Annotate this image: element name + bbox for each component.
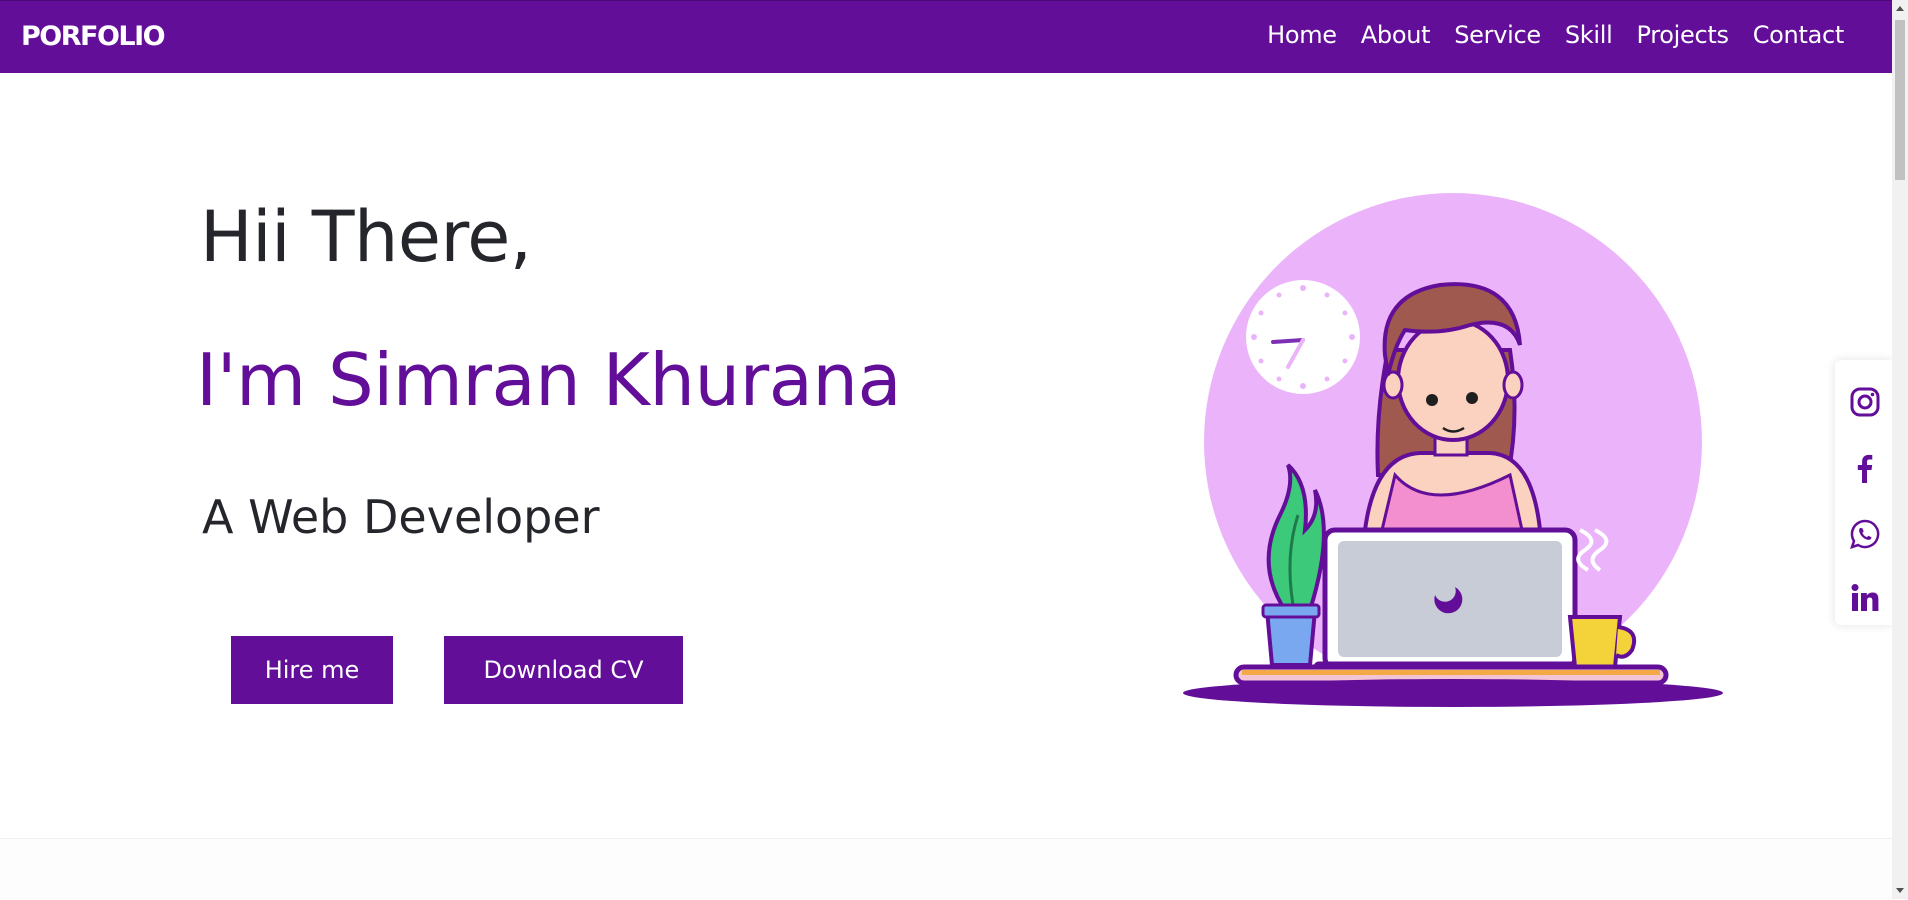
social-sidebar <box>1835 360 1892 625</box>
facebook-icon[interactable] <box>1849 452 1881 484</box>
nav-links: Home About Service Skill Projects Contac… <box>1255 21 1856 49</box>
clock-icon <box>1246 280 1360 394</box>
hire-me-button[interactable]: Hire me <box>231 636 393 704</box>
hero-role: A Web Developer <box>202 490 600 544</box>
nav-about[interactable]: About <box>1349 21 1442 49</box>
whatsapp-icon[interactable] <box>1849 518 1881 550</box>
brand-logo[interactable]: PORFOLIO <box>21 21 166 52</box>
nav-contact[interactable]: Contact <box>1741 21 1856 49</box>
nav-home[interactable]: Home <box>1255 21 1349 49</box>
instagram-icon[interactable] <box>1849 386 1881 418</box>
hero-greeting: Hii There, <box>200 196 532 278</box>
download-cv-button[interactable]: Download CV <box>444 636 683 704</box>
nav-skill[interactable]: Skill <box>1553 21 1625 49</box>
hero-name: I'm Simran Khurana <box>196 338 902 422</box>
linkedin-icon[interactable] <box>1849 582 1881 614</box>
scroll-down-arrow-icon[interactable] <box>1896 888 1904 893</box>
navbar: PORFOLIO Home About Service Skill Projec… <box>0 0 1892 73</box>
next-section <box>0 838 1892 900</box>
developer-illustration <box>1183 193 1723 707</box>
scroll-up-arrow-icon[interactable] <box>1896 6 1904 11</box>
nav-service[interactable]: Service <box>1442 21 1553 49</box>
laptop-icon <box>1313 527 1587 677</box>
nav-projects[interactable]: Projects <box>1625 21 1741 49</box>
scroll-thumb[interactable] <box>1895 20 1905 180</box>
vertical-scrollbar[interactable] <box>1892 0 1908 899</box>
